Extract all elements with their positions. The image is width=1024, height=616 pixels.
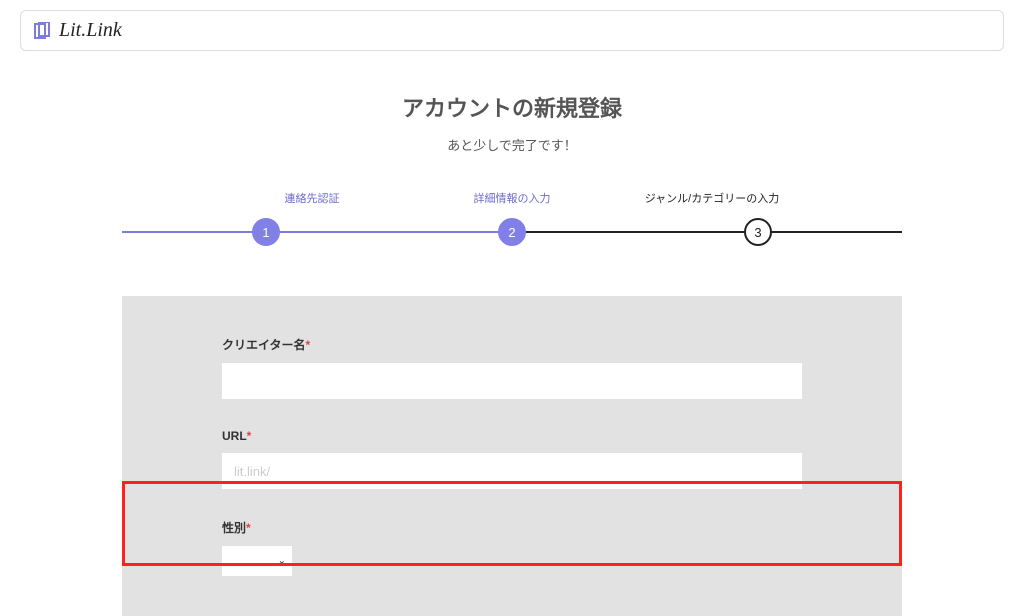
- progress-label-2: 詳細情報の入力: [412, 190, 612, 206]
- step-circle-1: 1: [252, 218, 280, 246]
- creator-name-label: クリエイター名*: [222, 336, 802, 353]
- progress-container: 連絡先認証 詳細情報の入力 ジャンル/カテゴリーの入力 1 2 3: [122, 190, 902, 246]
- page-title: アカウントの新規登録: [122, 91, 902, 123]
- form-group-url: URL*: [222, 429, 802, 489]
- required-mark: *: [247, 429, 252, 443]
- gender-select[interactable]: [222, 546, 292, 576]
- gender-label-text: 性別: [222, 521, 246, 535]
- logo-icon: [33, 22, 51, 40]
- form-group-creator-name: クリエイター名*: [222, 336, 802, 399]
- url-label-text: URL: [222, 429, 247, 443]
- gender-select-wrapper: ⌄: [222, 546, 292, 576]
- progress-steps: 1 2 3: [122, 218, 902, 246]
- logo-text: Lit.Link: [59, 19, 122, 42]
- progress-label-3: ジャンル/カテゴリーの入力: [612, 190, 812, 206]
- url-input[interactable]: [222, 453, 802, 489]
- step-circle-2: 2: [498, 218, 526, 246]
- form-panel: クリエイター名* URL* 性別* ⌄: [122, 296, 902, 616]
- progress-label-1: 連絡先認証: [212, 190, 412, 206]
- gender-label: 性別*: [222, 519, 802, 536]
- progress-labels: 連絡先認証 詳細情報の入力 ジャンル/カテゴリーの入力: [122, 190, 902, 206]
- form-group-gender: 性別* ⌄: [222, 519, 802, 576]
- required-mark: *: [246, 521, 251, 535]
- url-label: URL*: [222, 429, 802, 443]
- main-content: アカウントの新規登録 あと少しで完了です！ 連絡先認証 詳細情報の入力 ジャンル…: [102, 91, 922, 616]
- creator-name-input[interactable]: [222, 363, 802, 399]
- required-mark: *: [306, 338, 311, 352]
- creator-name-label-text: クリエイター名: [222, 338, 306, 352]
- header-bar: Lit.Link: [20, 10, 1004, 51]
- progress-track: 1 2 3: [122, 218, 902, 246]
- step-circle-3: 3: [744, 218, 772, 246]
- page-subtitle: あと少しで完了です！: [122, 135, 902, 154]
